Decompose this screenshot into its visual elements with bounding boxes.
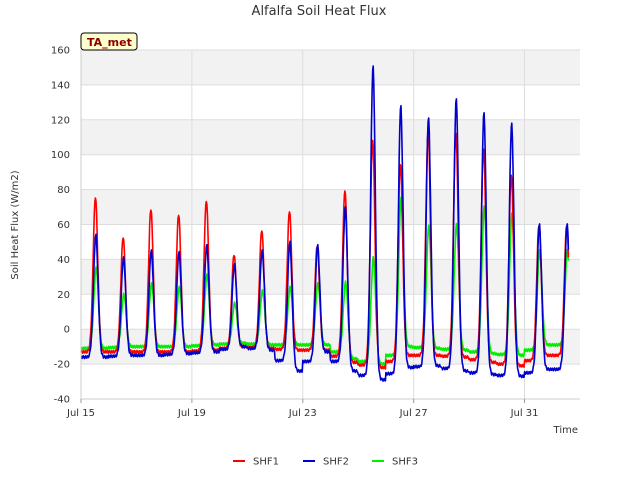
legend-label-shf3: SHF3: [392, 457, 418, 468]
legend-label-shf1: SHF1: [253, 457, 279, 468]
grid-band: [81, 189, 580, 225]
y-tick-label: 80: [57, 185, 70, 196]
y-tick-label: 140: [51, 80, 70, 91]
ta-met-badge: TA_met: [80, 32, 138, 51]
x-tick-label: Jul 23: [288, 408, 317, 419]
y-axis-title: Soil Heat Flux (W/m2): [10, 170, 21, 279]
soil-heat-flux-chart: Alfalfa Soil Heat Flux -40 -20 0 20 40 60 80 10…: [10, 4, 580, 468]
grid-band: [81, 50, 580, 85]
x-axis-title: Time: [553, 425, 578, 436]
chart-title: Alfalfa Soil Heat Flux: [252, 4, 387, 19]
y-tick-label: 40: [57, 255, 70, 266]
y-tick-label: 0: [64, 325, 70, 336]
y-tick-label: -20: [54, 360, 70, 371]
grid-band: [81, 119, 580, 155]
y-tick-label: 60: [57, 220, 70, 231]
x-tick-label: Jul 27: [399, 408, 428, 419]
x-tick-label: Jul 15: [66, 408, 95, 419]
y-tick-label: -40: [54, 395, 70, 406]
y-tick-label: 100: [51, 150, 70, 161]
y-tick-label: 160: [51, 46, 70, 57]
y-tick-label: 20: [57, 290, 70, 301]
x-tick-label: Jul 19: [177, 408, 206, 419]
grid-band: [81, 259, 580, 295]
x-tick-label: Jul 31: [510, 408, 539, 419]
y-tick-label: 120: [51, 115, 70, 126]
legend-label-shf2: SHF2: [323, 457, 349, 468]
badge-label: TA_met: [87, 36, 132, 49]
legend: SHF1 SHF2 SHF3: [233, 457, 418, 468]
